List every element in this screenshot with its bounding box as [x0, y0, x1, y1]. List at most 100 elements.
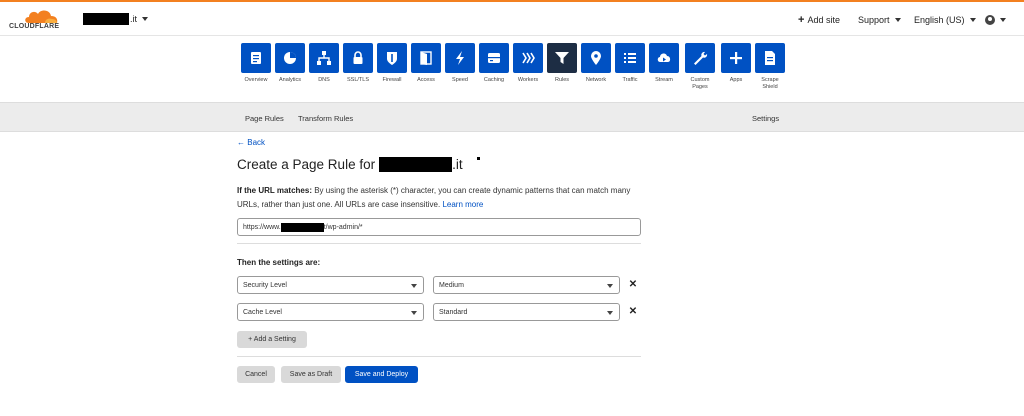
- overview-icon: [251, 52, 261, 64]
- setting-select-1[interactable]: Security Level: [237, 276, 424, 294]
- app-label: Scrape Shield: [761, 77, 779, 90]
- dns-icon: [317, 51, 331, 65]
- chevron-down-icon: [607, 311, 613, 315]
- domain-suffix: .it: [130, 14, 138, 24]
- sub-navigation: Page Rules Transform Rules Settings: [0, 102, 1024, 132]
- user-menu[interactable]: [985, 13, 1006, 27]
- domain-selector[interactable]: .it: [83, 12, 149, 26]
- back-link[interactable]: ← Back: [237, 138, 265, 147]
- cursor-dot: [477, 157, 480, 160]
- setting-select-value: Cache Level: [243, 308, 282, 316]
- url-prefix: https://www.: [243, 223, 281, 231]
- app-dns[interactable]: DNS: [305, 40, 343, 98]
- redacted-domain: [83, 13, 129, 25]
- app-label: Traffic: [622, 77, 638, 83]
- remove-setting-button[interactable]: ✕: [627, 306, 639, 318]
- add-setting-button[interactable]: + Add a Setting: [237, 331, 307, 348]
- close-icon: ✕: [628, 306, 638, 317]
- rules-icon: [555, 52, 569, 64]
- url-pattern-input[interactable]: https://www. t/wp-admin/*: [237, 218, 641, 236]
- app-label: Apps: [729, 77, 743, 83]
- chevron-down-icon: [1000, 18, 1006, 22]
- if-url-label: If the URL matches:: [237, 186, 312, 195]
- app-label: Overview: [244, 77, 268, 83]
- app-apps[interactable]: Apps: [717, 40, 755, 98]
- app-overview[interactable]: Overview: [237, 40, 275, 98]
- setting-select-value: Security Level: [243, 281, 287, 289]
- app-label: Analytics: [278, 77, 301, 83]
- user-icon: [985, 15, 995, 25]
- app-stream[interactable]: Stream: [645, 40, 683, 98]
- chevron-down-icon: [411, 311, 417, 315]
- logo-text: CLOUDFLARE: [9, 23, 60, 30]
- tab-transform-rules[interactable]: Transform Rules: [298, 114, 353, 123]
- setting-select-2[interactable]: Cache Level: [237, 303, 424, 321]
- app-label: Access: [417, 77, 435, 83]
- network-icon: [591, 51, 601, 65]
- redacted-domain: [379, 157, 453, 172]
- app-label: SSL/TLS: [346, 77, 369, 83]
- cloudflare-logo[interactable]: CLOUDFLARE: [9, 8, 67, 32]
- app-speed[interactable]: Speed: [441, 40, 479, 98]
- chevron-down-icon: [142, 17, 149, 21]
- arrow-left-icon: ←: [237, 138, 245, 147]
- setting-value-select-2[interactable]: Standard: [433, 303, 620, 321]
- app-rules[interactable]: Rules: [543, 40, 581, 98]
- firewall-icon: [387, 52, 397, 65]
- chevron-down-icon: [607, 284, 613, 288]
- plus-icon: +: [798, 14, 805, 26]
- app-label: Firewall: [382, 77, 402, 83]
- app-traffic[interactable]: Traffic: [611, 40, 649, 98]
- app-caching[interactable]: Caching: [475, 40, 513, 98]
- app-label: DNS: [318, 77, 330, 83]
- app-access[interactable]: Access: [407, 40, 445, 98]
- scrape-shield-icon: [765, 51, 775, 65]
- app-label: Stream: [655, 77, 673, 83]
- stream-icon: [657, 53, 671, 62]
- chevron-down-icon: [894, 18, 901, 22]
- app-navigation: Overview Analytics DNS SSL/TLS Firewall …: [237, 40, 787, 98]
- cancel-button[interactable]: Cancel: [237, 366, 275, 383]
- save-draft-button[interactable]: Save as Draft: [281, 366, 341, 383]
- app-label: Speed: [452, 77, 468, 83]
- custom-pages-icon: [694, 51, 708, 65]
- add-site-link[interactable]: + Add site: [798, 13, 840, 27]
- app-workers[interactable]: Workers: [509, 40, 547, 98]
- app-analytics[interactable]: Analytics: [271, 40, 309, 98]
- back-label: Back: [247, 138, 266, 147]
- app-firewall[interactable]: Firewall: [373, 40, 411, 98]
- app-ssl-tls[interactable]: SSL/TLS: [339, 40, 377, 98]
- url-suffix: t/wp-admin/*: [323, 223, 363, 231]
- app-custom-pages[interactable]: Custom Pages: [681, 40, 719, 98]
- url-match-description: If the URL matches: By using the asteris…: [237, 184, 641, 212]
- settings-heading: Then the settings are:: [237, 258, 321, 267]
- tab-page-rules[interactable]: Page Rules: [245, 114, 284, 123]
- remove-setting-button[interactable]: ✕: [627, 279, 639, 291]
- top-bar: CLOUDFLARE .it + Add site Support Englis…: [0, 0, 1024, 36]
- cloud-icon: [25, 10, 58, 23]
- analytics-icon: [284, 52, 296, 64]
- title-suffix: .it: [452, 157, 463, 172]
- chevron-down-icon: [411, 284, 417, 288]
- chevron-down-icon: [969, 18, 976, 22]
- support-menu[interactable]: Support: [858, 13, 901, 27]
- setting-value-select-1[interactable]: Medium: [433, 276, 620, 294]
- save-deploy-button[interactable]: Save and Deploy: [345, 366, 418, 383]
- language-menu[interactable]: English (US): [914, 13, 976, 27]
- title-prefix: Create a Page Rule for: [237, 157, 376, 172]
- workers-icon: [522, 52, 535, 64]
- app-label: Workers: [517, 77, 539, 83]
- app-network[interactable]: Network: [577, 40, 615, 98]
- learn-more-link[interactable]: Learn more: [442, 200, 483, 209]
- speed-icon: [456, 51, 464, 65]
- support-label: Support: [858, 15, 890, 25]
- app-label: Rules: [554, 77, 570, 83]
- divider: [237, 243, 641, 244]
- traffic-icon: [624, 53, 636, 63]
- apps-icon: [730, 52, 742, 64]
- tab-settings[interactable]: Settings: [752, 114, 779, 123]
- redacted-domain: [280, 222, 324, 232]
- app-scrape-shield[interactable]: Scrape Shield: [751, 40, 789, 98]
- setting-value: Medium: [439, 281, 464, 289]
- app-label: Caching: [483, 77, 505, 83]
